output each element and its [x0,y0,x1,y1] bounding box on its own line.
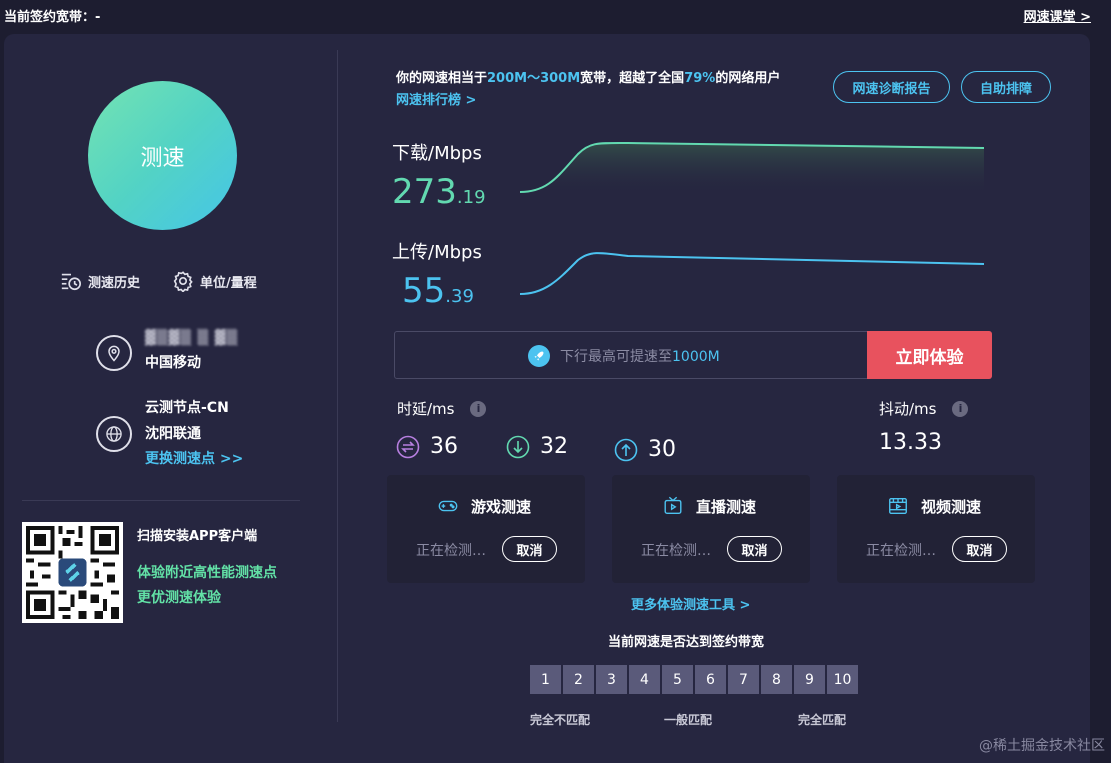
jitter-value: 13.33 [879,430,942,455]
download-speed-curve [519,141,985,194]
video-test-title: 视频测速 [887,495,981,517]
start-speed-test-button[interactable]: 测速 [88,81,237,230]
site-watermark: @稀土掘金技术社区 [979,738,1105,754]
match-scale: 1 2 3 4 5 6 7 8 9 10 [530,665,858,694]
diagnosis-report-button[interactable]: 网速诊断报告 [833,71,950,103]
video-test-card [837,475,1035,583]
jitter-info-icon[interactable]: i [952,400,969,417]
exchange-icon [396,435,420,458]
arrow-up-icon [614,438,638,461]
qr-benefit-line2: 更优测速体验 [137,590,221,606]
scale-cell: 1 [530,665,561,694]
history-icon [61,273,81,291]
qr-title: 扫描安装APP客户端 [137,529,258,544]
download-value: 273.19 [392,172,486,212]
speed-summary: 你的网速相当于200M～300M宽带，超越了全国79%的网络用户 [396,71,781,86]
latency-down: 32 [506,434,568,459]
scale-cell: 6 [695,665,726,694]
speed-history-link[interactable]: 测速历史 [60,270,140,292]
app-qr-code [22,522,123,623]
rocket-icon [528,345,550,367]
self-troubleshoot-button[interactable]: 自助排障 [961,71,1051,103]
globe-icon [96,416,132,452]
scale-cell: 10 [827,665,858,694]
match-low-label: 完全不匹配 [530,713,591,727]
latency-up: 30 [614,437,676,462]
live-test-card [612,475,810,583]
match-high-label: 完全匹配 [798,713,847,727]
speed-course-link[interactable]: 网速课堂 > [1024,6,1091,25]
scale-cell: 9 [794,665,825,694]
units-range-link[interactable]: 单位/量程 [172,270,257,292]
bandwidth-match-title: 当前网速是否达到签约带宽 [608,635,765,650]
scale-cell: 7 [728,665,759,694]
download-label: 下载/Mbps [392,143,482,164]
jitter-label: 抖动/ms i [879,398,969,419]
live-test-title: 直播测速 [662,495,756,517]
latency-label: 时延/ms i [397,398,487,419]
tv-icon [664,496,682,515]
game-test-cancel-button[interactable]: 取消 [502,536,557,562]
gear-icon [173,271,193,292]
game-test-card [387,475,585,583]
node-city: 沈阳联通 [145,426,201,442]
speed-ranking-link[interactable]: 网速排行榜 > [396,89,476,108]
upload-speed-curve [519,252,985,295]
scale-cell: 2 [563,665,594,694]
match-mid-label: 一般匹配 [664,713,713,727]
node-name: 云测节点-CN [145,400,229,416]
upload-value: 55.39 [402,271,474,311]
arrow-down-icon [506,435,530,458]
location-icon [96,335,132,371]
qr-benefit-line1: 体验附近高性能测速点 [137,565,277,581]
change-node-link[interactable]: 更换测速点 >> [145,446,243,472]
isp-name: 中国移动 [145,355,201,371]
try-now-button[interactable]: 立即体验 [867,331,992,379]
video-test-status: 正在检测… [866,543,936,559]
upload-label: 上传/Mbps [392,242,482,263]
more-tools-link[interactable]: 更多体验测速工具 > [631,594,750,613]
scale-cell: 3 [596,665,627,694]
live-test-cancel-button[interactable]: 取消 [727,536,782,562]
latency-overall: 36 [396,434,458,459]
film-icon [889,497,907,515]
scale-cell: 5 [662,665,693,694]
contract-bandwidth-label: 当前签约宽带：- [4,10,101,25]
speedup-promo-text: 下行最高可提速至1000M [528,345,720,367]
scale-cell: 8 [761,665,792,694]
scale-cell: 4 [629,665,660,694]
ip-address-masked: ▓▒▓▒ ▒ ▓▒ [145,330,239,346]
speed-history-label: 测速历史 [88,275,141,291]
game-test-title: 游戏测速 [437,495,531,517]
units-range-label: 单位/量程 [200,275,257,291]
video-test-cancel-button[interactable]: 取消 [952,536,1007,562]
live-test-status: 正在检测… [641,543,711,559]
latency-info-icon[interactable]: i [470,400,487,417]
horizontal-divider [22,500,300,501]
game-test-status: 正在检测… [416,543,486,559]
vertical-divider [337,50,338,722]
gamepad-icon [438,500,458,512]
